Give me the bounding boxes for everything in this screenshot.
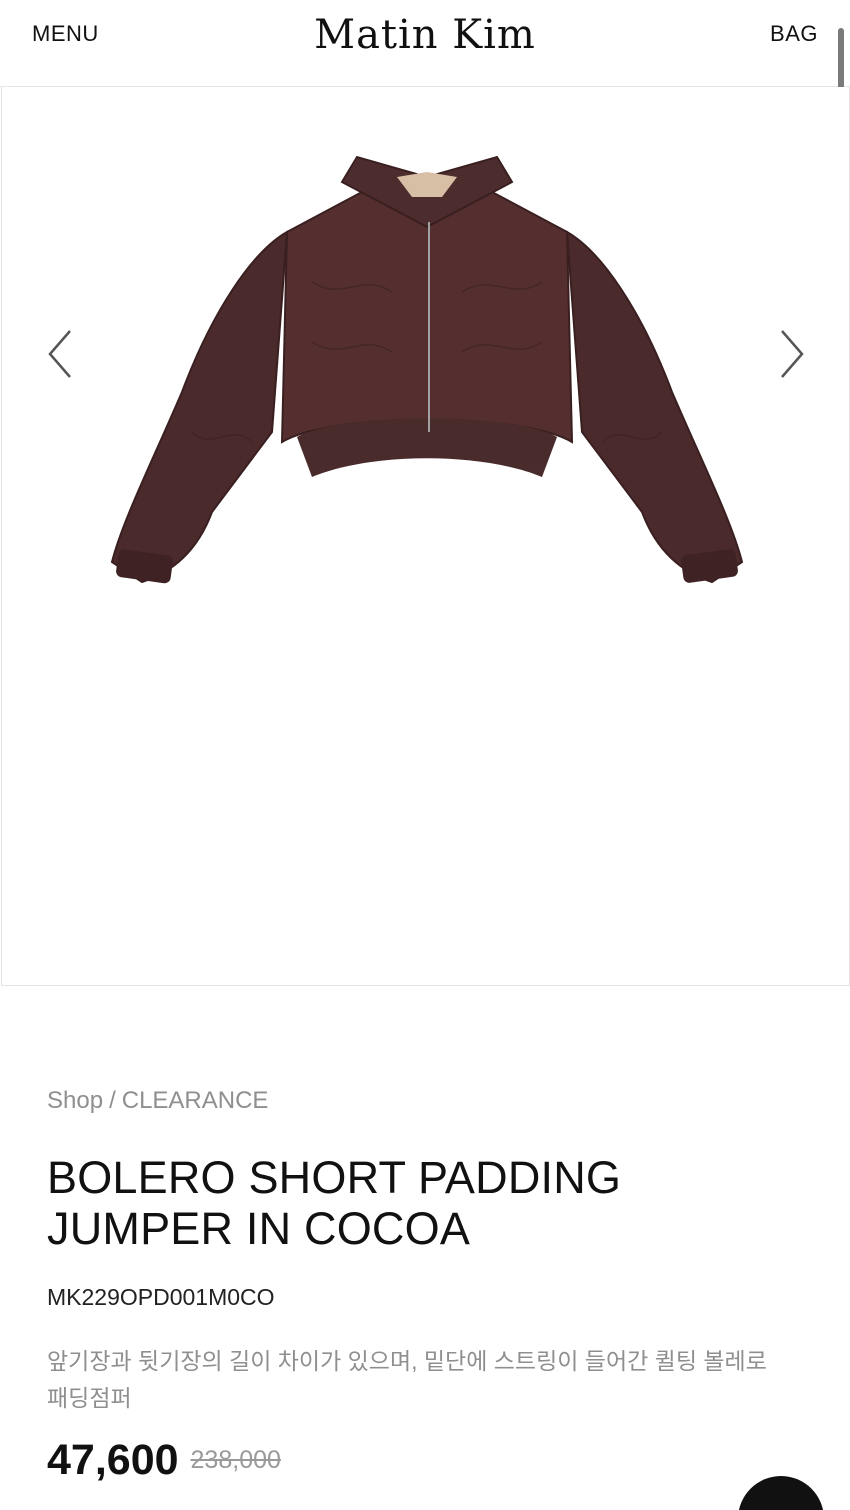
product-description: 앞기장과 뒷기장의 길이 차이가 있으며, 밑단에 스트링이 들어간 퀼팅 볼레… bbox=[47, 1348, 767, 1411]
product-page: MENU Matin Kim BAG Shop / CLEARANCE BOLE… bbox=[0, 0, 850, 1510]
sale-price: 47,600 bbox=[47, 1436, 179, 1484]
product-sku: MK229OPD001M0CO bbox=[47, 1284, 275, 1310]
site-header: MENU Matin Kim BAG bbox=[0, 0, 850, 87]
chevron-left-icon[interactable] bbox=[40, 327, 80, 381]
product-title: BOLERO SHORT PADDING JUMPER IN COCOA bbox=[47, 1152, 622, 1254]
original-price: 238,000 bbox=[190, 1446, 281, 1474]
price-row: 47,600 238,000 bbox=[47, 1436, 281, 1485]
breadcrumb: Shop / CLEARANCE bbox=[47, 1087, 268, 1115]
breadcrumb-category[interactable]: CLEARANCE bbox=[122, 1087, 269, 1114]
chevron-right-icon[interactable] bbox=[772, 327, 812, 381]
floating-chat-button[interactable] bbox=[738, 1476, 824, 1510]
breadcrumb-shop[interactable]: Shop bbox=[47, 1087, 103, 1114]
product-gallery bbox=[1, 87, 850, 986]
brand-logo[interactable]: Matin Kim bbox=[0, 12, 850, 58]
bag-link[interactable]: BAG bbox=[770, 21, 818, 47]
breadcrumb-separator: / bbox=[109, 1087, 116, 1114]
product-image bbox=[110, 155, 744, 584]
